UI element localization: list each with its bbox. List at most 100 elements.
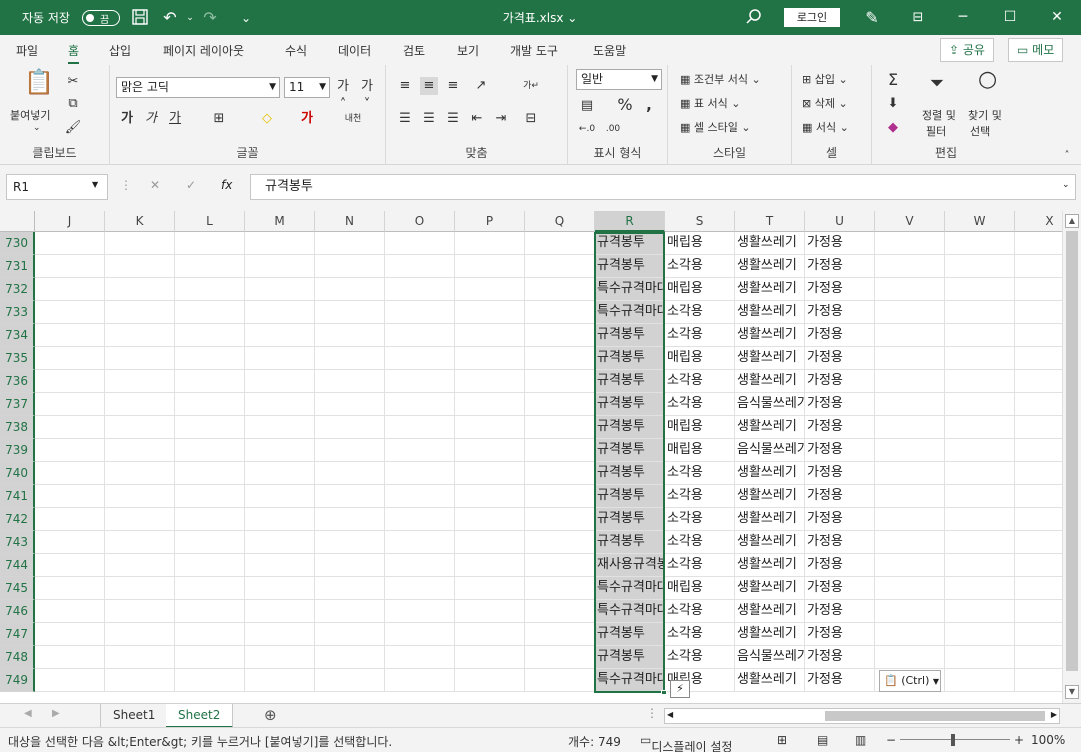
quick-analysis-icon[interactable]: ⚡ (670, 680, 690, 698)
empty-cell[interactable] (875, 324, 945, 347)
paste-options-button[interactable]: 📋 (Ctrl) ▼ (879, 670, 941, 692)
empty-cell[interactable] (455, 600, 525, 623)
redo-icon[interactable]: ↷ (200, 8, 220, 28)
sort-filter-label-1[interactable]: 정렬 및 (922, 107, 956, 123)
cell-t[interactable]: 생활쓰레기 (735, 531, 805, 554)
empty-cell[interactable] (315, 646, 385, 669)
file-name[interactable]: 가격표.xlsx ⌄ (470, 9, 610, 26)
cell-t[interactable]: 생활쓰레기 (735, 416, 805, 439)
align-left-icon[interactable]: ☰ (396, 110, 414, 128)
cell-u[interactable]: 가정용 (805, 439, 875, 462)
empty-cell[interactable] (455, 554, 525, 577)
empty-cell[interactable] (35, 577, 105, 600)
cell-u[interactable]: 가정용 (805, 255, 875, 278)
empty-cell[interactable] (105, 278, 175, 301)
row-header[interactable]: 743 (0, 531, 35, 554)
empty-cell[interactable] (875, 462, 945, 485)
empty-cell[interactable] (945, 370, 1015, 393)
display-settings-button[interactable]: ▭ 디스플레이 설정 (640, 733, 732, 752)
empty-cell[interactable] (35, 439, 105, 462)
empty-cell[interactable] (1015, 370, 1062, 393)
vertical-scrollbar[interactable]: ▲ ▼ (1062, 211, 1081, 703)
empty-cell[interactable] (245, 485, 315, 508)
empty-cell[interactable] (105, 485, 175, 508)
cell-u[interactable]: 가정용 (805, 623, 875, 646)
cell-r[interactable]: 규격봉투 (595, 255, 665, 278)
empty-cell[interactable] (875, 600, 945, 623)
collapse-ribbon-icon[interactable]: ˄ (1058, 147, 1076, 165)
row-header[interactable]: 739 (0, 439, 35, 462)
cell-t[interactable]: 생활쓰레기 (735, 370, 805, 393)
empty-cell[interactable] (875, 393, 945, 416)
empty-cell[interactable] (455, 324, 525, 347)
cell-u[interactable]: 가정용 (805, 600, 875, 623)
column-header-u[interactable]: U (805, 211, 875, 232)
empty-cell[interactable] (105, 669, 175, 692)
empty-cell[interactable] (385, 623, 455, 646)
empty-cell[interactable] (315, 370, 385, 393)
empty-cell[interactable] (105, 370, 175, 393)
row-header[interactable]: 738 (0, 416, 35, 439)
empty-cell[interactable] (525, 577, 595, 600)
sheet-tab-sheet1[interactable]: Sheet1 (100, 704, 169, 728)
row-header[interactable]: 741 (0, 485, 35, 508)
empty-cell[interactable] (385, 347, 455, 370)
cell-t[interactable]: 생활쓰레기 (735, 278, 805, 301)
cell-r[interactable]: 규격봉투 (595, 646, 665, 669)
cell-styles-button[interactable]: ▦ 셀 스타일 ⌄ (680, 119, 751, 135)
empty-cell[interactable] (875, 485, 945, 508)
save-icon[interactable] (130, 8, 150, 28)
font-name-select[interactable]: 맑은 고딕 ▼ (116, 77, 280, 98)
cell-s[interactable]: 소각용 (665, 531, 735, 554)
accounting-format-icon[interactable]: ▤ (578, 97, 596, 115)
cell-t[interactable]: 생활쓰레기 (735, 669, 805, 692)
fill-handle[interactable] (661, 690, 667, 694)
empty-cell[interactable] (455, 508, 525, 531)
empty-cell[interactable] (875, 508, 945, 531)
add-sheet-icon[interactable]: ⊕ (264, 706, 277, 724)
empty-cell[interactable] (175, 324, 245, 347)
prev-sheet-icon[interactable]: ◀ (24, 708, 32, 719)
wrap-text-icon[interactable]: 가↵ (522, 77, 540, 95)
empty-cell[interactable] (245, 600, 315, 623)
empty-cell[interactable] (245, 370, 315, 393)
empty-cell[interactable] (35, 347, 105, 370)
empty-cell[interactable] (1015, 301, 1062, 324)
empty-cell[interactable] (1015, 416, 1062, 439)
cell-t[interactable]: 생활쓰레기 (735, 623, 805, 646)
empty-cell[interactable] (35, 600, 105, 623)
empty-cell[interactable] (945, 278, 1015, 301)
empty-cell[interactable] (1015, 623, 1062, 646)
cell-r[interactable]: 특수규격마대 (595, 669, 665, 692)
empty-cell[interactable] (525, 669, 595, 692)
cell-r[interactable]: 규격봉투 (595, 370, 665, 393)
empty-cell[interactable] (315, 462, 385, 485)
empty-cell[interactable] (875, 416, 945, 439)
empty-cell[interactable] (945, 669, 1015, 692)
empty-cell[interactable] (105, 416, 175, 439)
empty-cell[interactable] (385, 393, 455, 416)
sheet-tab-sheet2[interactable]: Sheet2 (166, 704, 234, 728)
empty-cell[interactable] (315, 278, 385, 301)
empty-cell[interactable] (455, 370, 525, 393)
empty-cell[interactable] (105, 554, 175, 577)
empty-cell[interactable] (525, 416, 595, 439)
find-select-label-1[interactable]: 찾기 및 (968, 107, 1002, 123)
empty-cell[interactable] (945, 623, 1015, 646)
cell-r[interactable]: 규격봉투 (595, 462, 665, 485)
decrease-font-icon[interactable]: 가˅ (358, 78, 376, 112)
bold-icon[interactable]: 가 (118, 110, 136, 128)
cell-t[interactable]: 생활쓰레기 (735, 554, 805, 577)
empty-cell[interactable] (875, 531, 945, 554)
format-painter-icon[interactable]: 🖌 (64, 119, 82, 137)
empty-cell[interactable] (175, 600, 245, 623)
empty-cell[interactable] (525, 646, 595, 669)
scroll-right-icon[interactable]: ▶ (1051, 710, 1057, 719)
empty-cell[interactable] (525, 347, 595, 370)
zoom-level[interactable]: 100% (1031, 733, 1065, 747)
cell-r[interactable]: 특수규격마대 (595, 301, 665, 324)
minimize-icon[interactable]: ─ (940, 0, 986, 35)
empty-cell[interactable] (945, 324, 1015, 347)
tab-formulas[interactable]: 수식 (285, 42, 307, 59)
close-icon[interactable]: ✕ (1034, 0, 1080, 35)
